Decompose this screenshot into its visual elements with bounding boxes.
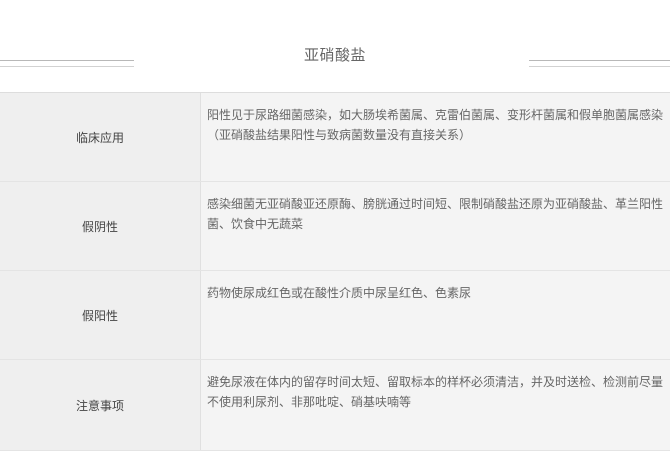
table-row-false-positive: 假阳性 药物使尿成红色或在酸性介质中尿呈红色、色素尿: [0, 271, 670, 360]
section-title: 亚硝酸盐: [303, 46, 366, 64]
right-divider-line-bottom: [529, 66, 670, 67]
section-header: 亚硝酸盐: [0, 0, 670, 92]
info-table: 临床应用 阳性见于尿路细菌感染，如大肠埃希菌属、克雷伯菌属、变形杆菌属和假单胞菌…: [0, 92, 670, 451]
right-divider-line-top: [529, 60, 670, 61]
table-row-false-negative: 假阴性 感染细菌无亚硝酸亚还原酶、膀胱通过时间短、限制硝酸盐还原为亚硝酸盐、革兰…: [0, 182, 670, 271]
row-label: 临床应用: [0, 93, 201, 181]
left-divider-line-bottom: [0, 66, 134, 67]
row-content: 阳性见于尿路细菌感染，如大肠埃希菌属、克雷伯菌属、变形杆菌属和假单胞菌属感染（亚…: [201, 93, 670, 181]
table-row-precautions: 注意事项 避免尿液在体内的留存时间太短、留取标本的样杯必须清洁，并及时送检、检测…: [0, 360, 670, 451]
row-content: 感染细菌无亚硝酸亚还原酶、膀胱通过时间短、限制硝酸盐还原为亚硝酸盐、革兰阳性菌、…: [201, 182, 670, 270]
table-row-clinical-application: 临床应用 阳性见于尿路细菌感染，如大肠埃希菌属、克雷伯菌属、变形杆菌属和假单胞菌…: [0, 93, 670, 182]
row-label: 注意事项: [0, 360, 201, 450]
row-content: 避免尿液在体内的留存时间太短、留取标本的样杯必须清洁，并及时送检、检测前尽量不使…: [201, 360, 670, 450]
row-label: 假阳性: [0, 271, 201, 359]
row-content: 药物使尿成红色或在酸性介质中尿呈红色、色素尿: [201, 271, 670, 359]
row-label: 假阴性: [0, 182, 201, 270]
